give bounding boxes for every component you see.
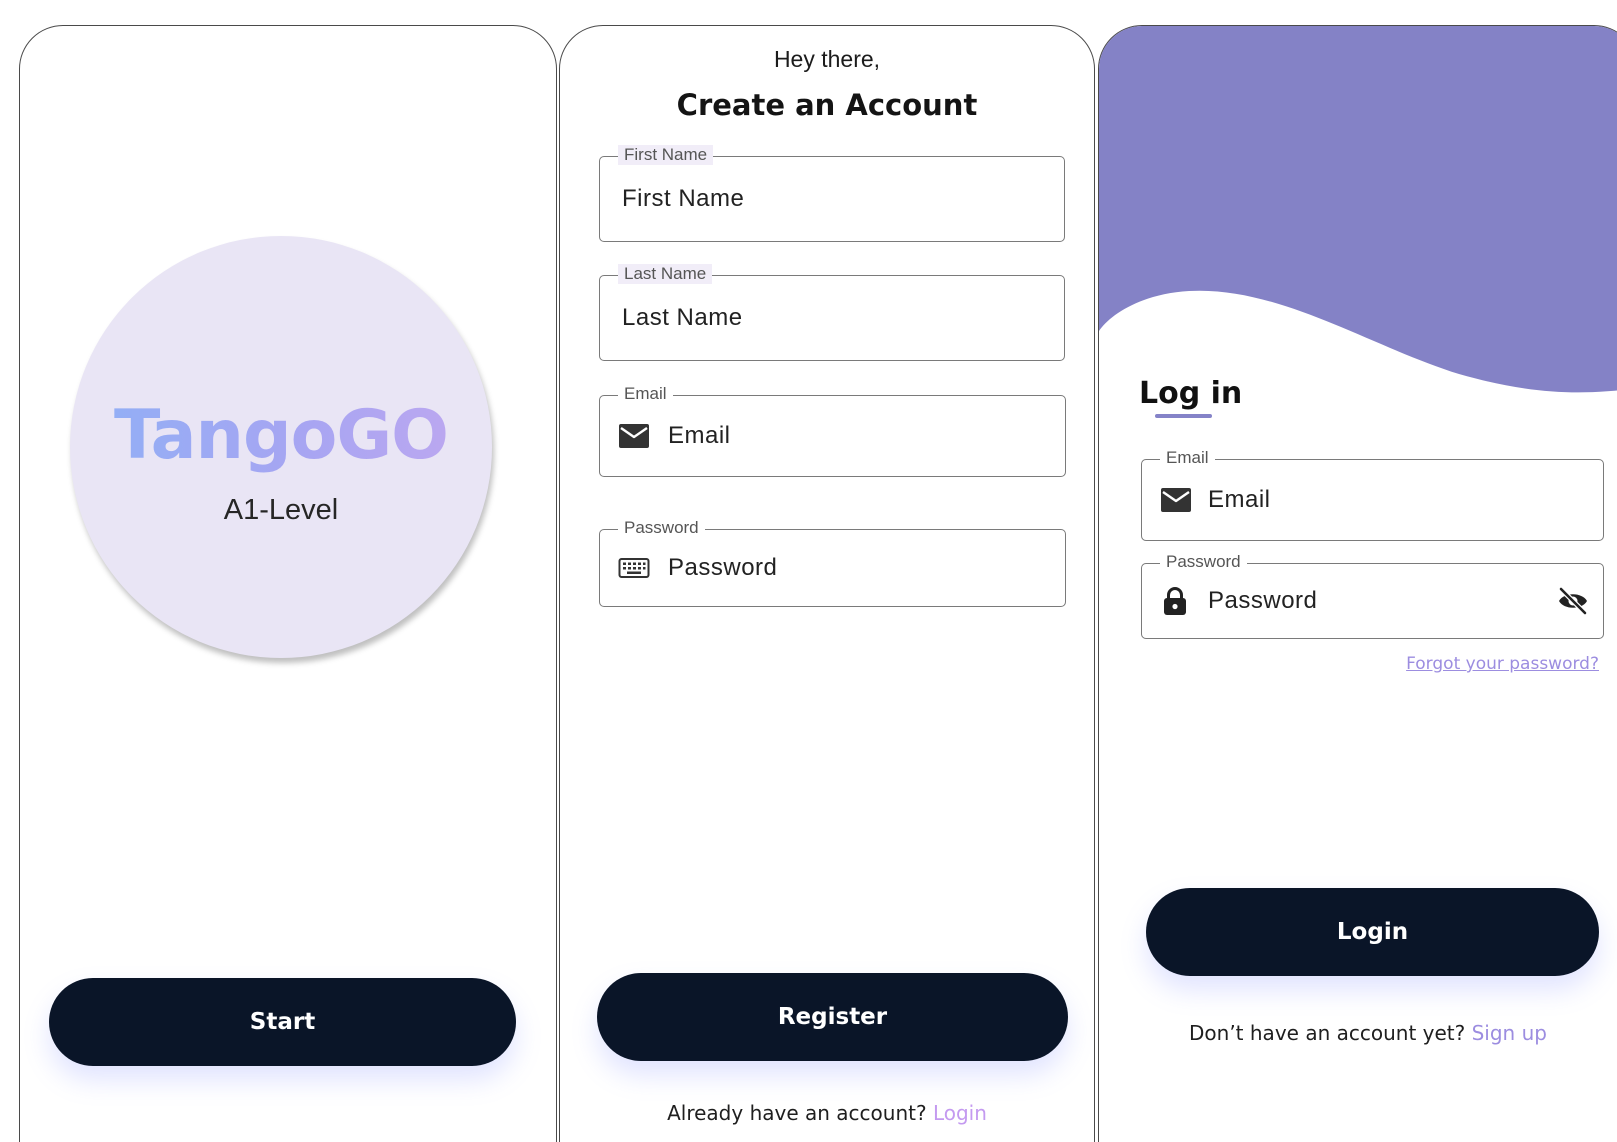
level-label: A1-Level xyxy=(223,494,339,526)
mail-icon xyxy=(1160,487,1192,513)
start-button[interactable]: Start xyxy=(49,978,516,1066)
page-title: Create an Account xyxy=(676,88,978,122)
last-name-field[interactable]: Last Name Last Name xyxy=(599,264,1065,361)
password-input[interactable]: Password xyxy=(668,554,777,582)
title-underline xyxy=(1155,414,1212,418)
email-field[interactable]: Email Email xyxy=(1141,448,1604,541)
lock-icon xyxy=(1162,586,1188,616)
login-prompt-text: Already have an account? xyxy=(667,1101,927,1125)
eye-off-icon[interactable] xyxy=(1557,587,1589,615)
email-label: Email xyxy=(618,384,673,404)
password-label: Password xyxy=(618,518,705,538)
signup-prompt-text: Don’t have an account yet? xyxy=(1189,1021,1466,1045)
keyboard-icon xyxy=(618,555,650,581)
signup-prompt: Don’t have an account yet? Sign up xyxy=(1099,1021,1617,1045)
last-name-input[interactable]: Last Name xyxy=(622,304,743,332)
app-logo-title: TangoGO xyxy=(70,396,492,475)
greeting-text: Hey there, xyxy=(773,46,881,72)
first-name-field[interactable]: First Name First Name xyxy=(599,145,1065,242)
page-title: Log in xyxy=(1139,376,1243,411)
register-screen: Hey there, Create an Account First Name … xyxy=(559,25,1095,1142)
login-link[interactable]: Login xyxy=(933,1101,987,1125)
email-input[interactable]: Email xyxy=(1208,486,1271,514)
last-name-label: Last Name xyxy=(618,264,713,284)
start-screen: TangoGO A1-Level Start xyxy=(19,25,557,1142)
login-prompt: Already have an account? Login xyxy=(560,1101,1094,1125)
logo-circle: TangoGO A1-Level xyxy=(70,236,492,658)
mail-icon xyxy=(618,423,650,449)
password-field[interactable]: Password Password xyxy=(599,518,1066,607)
email-label: Email xyxy=(1160,448,1215,468)
password-label: Password xyxy=(1160,552,1247,572)
password-field[interactable]: Password Password xyxy=(1141,552,1604,639)
login-screen: Log in Email Email Password Password For… xyxy=(1098,25,1617,1142)
register-button[interactable]: Register xyxy=(597,973,1068,1061)
login-button[interactable]: Login xyxy=(1146,888,1599,976)
first-name-label: First Name xyxy=(618,145,714,165)
forgot-password-link[interactable]: Forgot your password? xyxy=(1406,654,1599,674)
email-field[interactable]: Email Email xyxy=(599,384,1066,477)
email-input[interactable]: Email xyxy=(668,422,731,450)
password-input[interactable]: Password xyxy=(1208,587,1317,615)
first-name-input[interactable]: First Name xyxy=(622,185,744,213)
signup-link[interactable]: Sign up xyxy=(1472,1021,1547,1045)
